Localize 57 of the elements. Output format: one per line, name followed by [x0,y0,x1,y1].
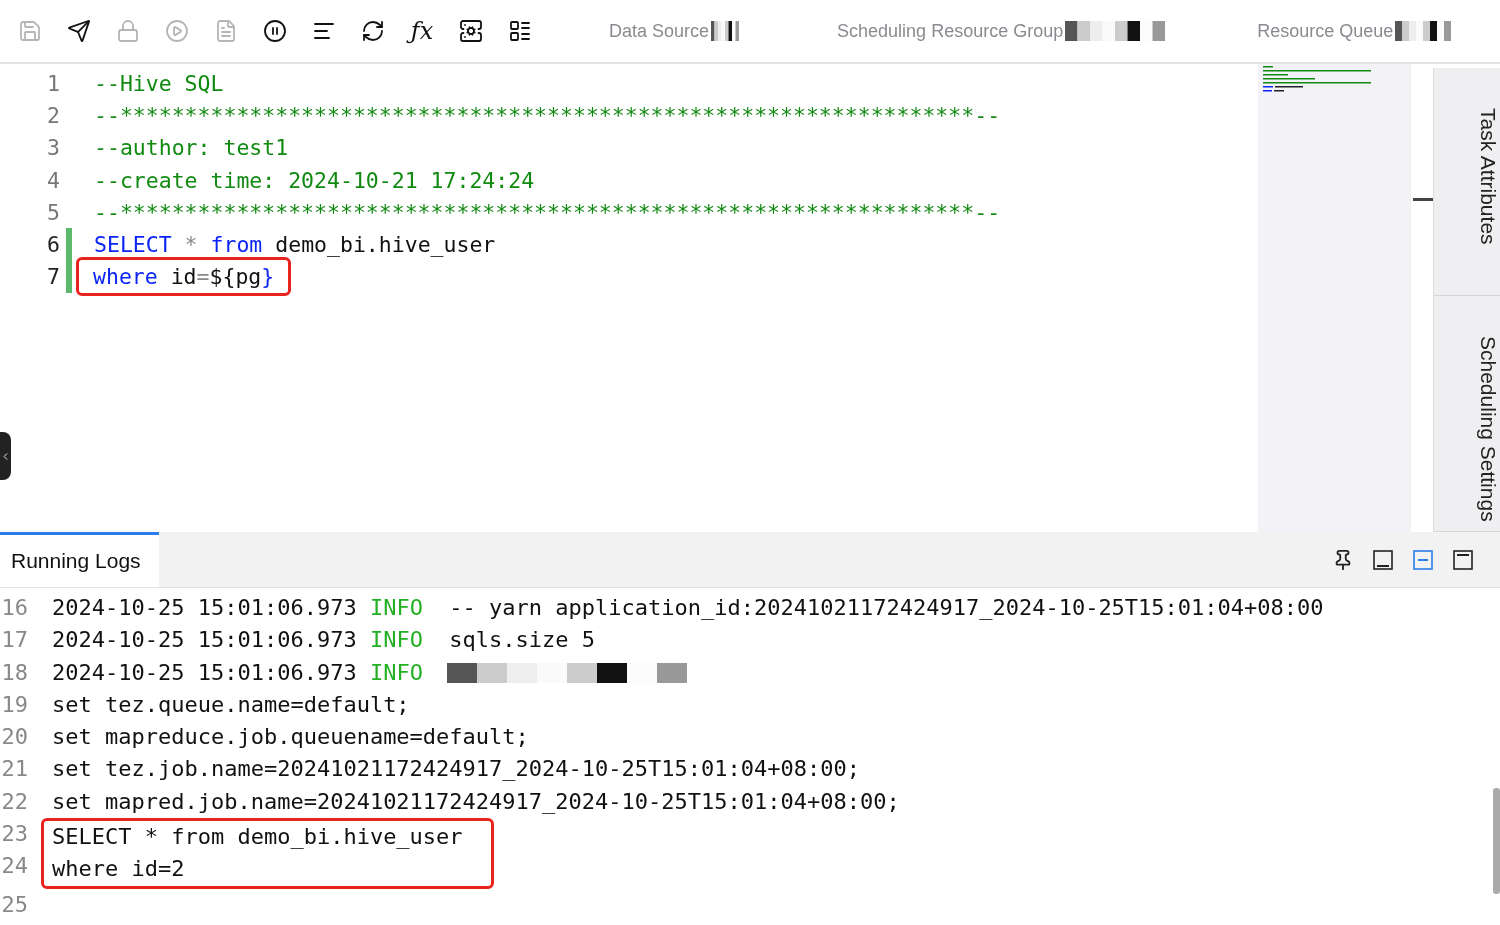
line-number: 22 [0,787,28,816]
code-line: --******************************************************************-- [94,199,1001,225]
log-line: set mapred.job.name=20241021172424917_2024-10-25T15:01:04+08:00; [52,787,900,816]
line-number: 23 [0,820,28,849]
selector-label[interactable]: Scheduling Resource Group [837,20,1064,42]
code-line: --******************************************************************-- [94,102,1001,128]
line-number: 16 [0,594,28,622]
layout-list-icon [508,19,532,43]
restore-button[interactable] [1412,548,1434,571]
log-line: set mapreduce.job.queuename=default; [52,723,529,752]
line-number: 19 [0,690,28,719]
pause-icon [263,19,287,43]
scrollbar[interactable] [1493,788,1500,894]
refresh-icon [361,19,385,43]
collapse-handle[interactable] [0,432,11,480]
line-number: 25 [0,890,28,919]
log-tab[interactable]: Running Logs [0,532,159,587]
line-number: 24 [0,852,28,881]
scroll-marker [1413,198,1433,201]
send-icon [67,19,91,43]
save-icon [18,19,42,43]
side-tab[interactable]: Task Attributes [1434,68,1500,297]
line-number: 18 [0,658,28,687]
redacted-drawing [711,21,740,41]
minimize-button[interactable] [1372,548,1394,571]
log-line: set tez.queue.name=default; [52,690,410,719]
selector-label[interactable]: Data Source [609,20,710,42]
maximize-button[interactable] [1452,548,1474,571]
code-line: --create time: 2024-10-21 17:24:24 [94,167,535,193]
log-line: 2024-10-25 15:01:06.973 INFO sqls.size 5 [52,626,596,655]
line-number: 1 [46,70,60,96]
code-line: --author: test1 [94,135,289,161]
line-number: 3 [46,135,60,161]
maximize-icon [1452,548,1474,571]
gear-server-icon [459,19,483,43]
log-line: 2024-10-25 15:01:06.973 INFO [52,658,423,687]
line-number: 4 [46,167,60,193]
lock-icon [116,19,140,43]
line-number: 5 [46,199,60,225]
selector-label[interactable]: Resource Queue [1257,20,1394,42]
redacted-drawing [1395,21,1452,41]
line-number: 20 [0,723,28,752]
line-number: 21 [0,755,28,784]
play-icon [165,19,189,43]
log-line: 2024-10-25 15:01:06.973 INFO -- yarn application_id:20241021172424917_2024-10-25T15:01:04+08:00 [52,594,1324,622]
log-line: SELECT * from demo_bi.hive_user [52,823,463,852]
minimize-icon [1372,548,1394,571]
line-number: 17 [0,626,28,655]
log-line: set tez.job.name=20241021172424917_2024-10-25T15:01:04+08:00; [52,755,860,784]
code-line: --Hive SQL [94,70,224,96]
line-number: 7 [46,264,60,290]
line-number: 2 [46,102,60,128]
line-number: 6 [46,232,60,258]
code-line: SELECT * from demo_bi.hive_user [94,232,496,258]
function-button[interactable]: ƒx [402,11,442,51]
restore-icon [1412,548,1434,571]
log-line: where id=2 [52,855,185,884]
